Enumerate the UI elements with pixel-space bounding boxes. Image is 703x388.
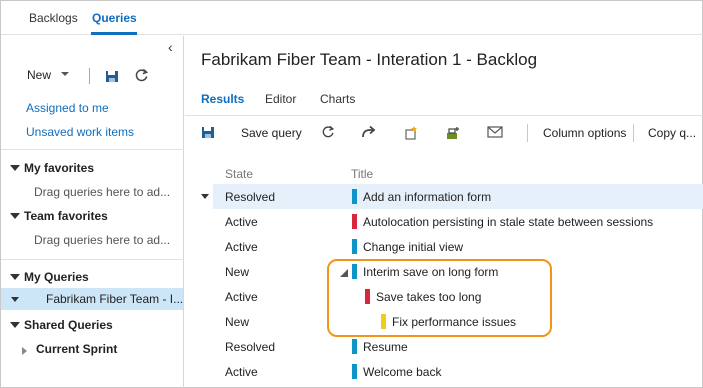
table-row[interactable]: Resolved Add an information form	[213, 184, 703, 209]
row-state: Resolved	[225, 340, 276, 354]
collapse-icon[interactable]	[10, 165, 20, 171]
work-item-type-color-bar	[352, 214, 357, 229]
link-work-item-icon[interactable]	[445, 125, 461, 141]
active-tab-indicator	[91, 32, 137, 35]
save-query-button[interactable]: Save query	[241, 126, 302, 140]
page-title: Fabrikam Fiber Team - Interation 1 - Bac…	[201, 50, 538, 69]
table-row[interactable]: Active Autolocation persisting in stale …	[213, 209, 703, 234]
collapse-icon[interactable]	[10, 322, 20, 328]
work-item-type-color-bar	[352, 339, 357, 354]
tab-queries[interactable]: Queries	[92, 11, 137, 25]
new-work-item-icon[interactable]	[403, 125, 419, 141]
collapse-icon[interactable]	[10, 274, 20, 280]
expand-icon[interactable]	[11, 297, 19, 302]
toolbar-separator	[89, 68, 90, 84]
row-state: New	[225, 265, 250, 279]
collapse-icon[interactable]	[10, 213, 20, 219]
save-query-icon[interactable]	[201, 125, 215, 139]
assigned-to-me-link[interactable]: Assigned to me	[26, 101, 109, 115]
table-row[interactable]: Active Welcome back	[213, 359, 703, 384]
row-state: Active	[225, 290, 258, 304]
callout-highlight	[327, 259, 552, 337]
my-favorites-header[interactable]: My favorites	[24, 161, 94, 175]
work-item-type-color-bar	[352, 364, 357, 379]
copy-query-button[interactable]: Copy q...	[648, 126, 696, 140]
row-title[interactable]: Change initial view	[363, 240, 463, 254]
my-queries-header[interactable]: My Queries	[24, 270, 89, 284]
column-options-button[interactable]: Column options	[543, 126, 626, 140]
refresh-icon[interactable]	[321, 125, 335, 139]
row-title[interactable]: Autolocation persisting in stale state b…	[363, 215, 653, 229]
selected-query-item[interactable]: Fabrikam Fiber Team - I...	[1, 288, 183, 310]
row-title[interactable]: Resume	[363, 340, 408, 354]
row-state: Active	[225, 365, 258, 379]
tab-editor[interactable]: Editor	[265, 92, 296, 106]
team-favorites-header[interactable]: Team favorites	[24, 209, 108, 223]
row-title[interactable]: Add an information form	[363, 190, 491, 204]
current-sprint-folder[interactable]: Current Sprint	[36, 342, 117, 356]
column-header-title[interactable]: Title	[351, 167, 373, 181]
unsaved-work-items-link[interactable]: Unsaved work items	[26, 125, 134, 139]
tab-divider	[185, 115, 703, 116]
row-state: New	[225, 315, 250, 329]
refresh-icon[interactable]	[134, 68, 149, 83]
row-state: Resolved	[225, 190, 276, 204]
tab-charts[interactable]: Charts	[320, 92, 355, 106]
email-icon[interactable]	[487, 125, 503, 139]
expand-icon[interactable]	[22, 347, 27, 355]
expand-row-icon[interactable]	[201, 194, 209, 199]
new-query-button[interactable]: New	[27, 68, 51, 82]
team-favorites-hint: Drag queries here to ad...	[34, 233, 171, 247]
row-state: Active	[225, 240, 258, 254]
collapse-panel-button[interactable]: ‹	[168, 39, 173, 55]
section-divider	[1, 149, 184, 150]
toolbar-separator	[633, 124, 634, 142]
row-state: Active	[225, 215, 258, 229]
save-query-icon[interactable]	[105, 69, 119, 83]
chevron-down-icon[interactable]	[61, 72, 69, 76]
my-favorites-hint: Drag queries here to ad...	[34, 185, 171, 199]
table-row[interactable]: Active Change initial view	[213, 234, 703, 259]
query-label: Fabrikam Fiber Team - I...	[46, 292, 184, 306]
section-divider	[1, 259, 184, 260]
table-row[interactable]: Resolved Resume	[213, 334, 703, 359]
toolbar-separator	[527, 124, 528, 142]
shared-queries-header[interactable]: Shared Queries	[24, 318, 113, 332]
query-explorer-panel: ‹ New Assigned to me Unsaved work items …	[1, 36, 184, 388]
redo-arrow-icon[interactable]	[361, 125, 377, 139]
tab-backlogs[interactable]: Backlogs	[29, 11, 78, 25]
top-tab-bar: Backlogs Queries	[1, 1, 703, 35]
work-item-type-color-bar	[352, 189, 357, 204]
tab-results[interactable]: Results	[201, 92, 244, 106]
row-title[interactable]: Welcome back	[363, 365, 441, 379]
window-frame: Backlogs Queries ‹ New Assigned to me Un…	[0, 0, 703, 388]
work-item-type-color-bar	[352, 239, 357, 254]
column-header-state[interactable]: State	[225, 167, 253, 181]
